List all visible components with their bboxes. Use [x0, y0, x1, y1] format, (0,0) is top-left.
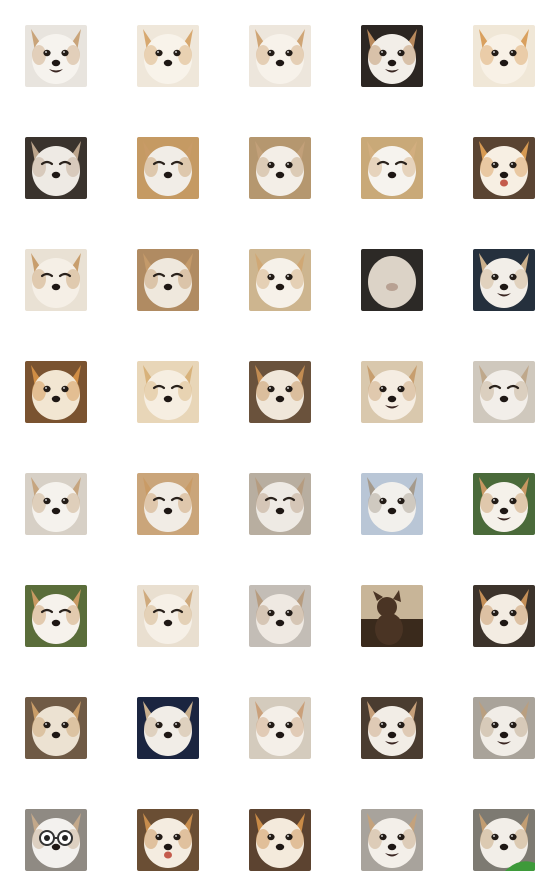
chihuahua-photo-icon [137, 697, 199, 759]
chihuahua-photo-icon [361, 697, 423, 759]
sticker-tile[interactable] [137, 249, 199, 311]
chihuahua-face-icon [249, 585, 311, 647]
sticker-tile[interactable] [361, 809, 423, 871]
chihuahua-photo-icon [25, 697, 87, 759]
sticker-grid [0, 0, 560, 896]
sticker-tile[interactable] [137, 585, 199, 647]
sticker-tile[interactable] [25, 249, 87, 311]
sticker-tile[interactable] [473, 585, 535, 647]
sticker-tile[interactable] [473, 697, 535, 759]
chihuahua-face-icon [137, 809, 199, 871]
sticker-tile[interactable] [473, 249, 535, 311]
sticker-tile[interactable] [249, 697, 311, 759]
sticker-tile[interactable] [249, 361, 311, 423]
sticker-tile[interactable] [137, 473, 199, 535]
chihuahua-face-icon [361, 137, 423, 199]
chihuahua-face-icon [137, 25, 199, 87]
chihuahua-face-icon [25, 137, 87, 199]
sticker-tile[interactable] [473, 361, 535, 423]
chihuahua-face-icon [361, 809, 423, 871]
sticker-tile[interactable] [25, 697, 87, 759]
chihuahua-face-icon [249, 809, 311, 871]
sticker-tile[interactable] [361, 249, 423, 311]
chihuahua-face-icon [473, 25, 535, 87]
sticker-tile[interactable] [361, 473, 423, 535]
chihuahua-face-icon [249, 697, 311, 759]
sticker-tile[interactable] [249, 25, 311, 87]
sticker-tile[interactable] [361, 137, 423, 199]
chihuahua-face-icon [137, 249, 199, 311]
chihuahua-face-icon [137, 585, 199, 647]
sticker-tile[interactable] [25, 473, 87, 535]
sticker-tile[interactable] [361, 361, 423, 423]
sticker-tile[interactable] [249, 249, 311, 311]
sticker-tile[interactable] [473, 137, 535, 199]
sticker-tile[interactable] [249, 585, 311, 647]
chihuahua-face-icon [137, 473, 199, 535]
chihuahua-face-icon [473, 361, 535, 423]
chihuahua-face-icon [361, 25, 423, 87]
chihuahua-face-icon [361, 361, 423, 423]
chihuahua-face-icon [249, 25, 311, 87]
chihuahua-face-icon [249, 249, 311, 311]
chihuahua-face-icon [137, 137, 199, 199]
chihuahua-face-icon [473, 473, 535, 535]
chihuahua-photo-icon [361, 585, 423, 647]
chihuahua-face-icon [249, 473, 311, 535]
sticker-tile[interactable] [25, 361, 87, 423]
chihuahua-face-icon [25, 25, 87, 87]
sticker-tile[interactable] [361, 25, 423, 87]
sticker-tile[interactable] [137, 137, 199, 199]
sticker-tile[interactable] [249, 809, 311, 871]
chihuahua-face-icon [473, 809, 535, 871]
sticker-tile[interactable] [249, 137, 311, 199]
sticker-tile[interactable] [361, 585, 423, 647]
chihuahua-face-icon [25, 249, 87, 311]
sticker-tile[interactable] [137, 697, 199, 759]
sticker-tile[interactable] [25, 137, 87, 199]
chihuahua-face-icon [473, 137, 535, 199]
sticker-tile[interactable] [473, 809, 535, 871]
sticker-tile[interactable] [249, 473, 311, 535]
sticker-tile[interactable] [25, 25, 87, 87]
sticker-tile[interactable] [137, 25, 199, 87]
chihuahua-face-icon [249, 137, 311, 199]
sticker-tile[interactable] [137, 809, 199, 871]
chihuahua-face-icon [25, 473, 87, 535]
chihuahua-face-icon [25, 361, 87, 423]
chihuahua-face-icon [25, 585, 87, 647]
chihuahua-photo-icon [473, 585, 535, 647]
chihuahua-face-icon [473, 249, 535, 311]
sticker-tile[interactable] [25, 585, 87, 647]
chihuahua-face-icon [361, 473, 423, 535]
chihuahua-face-icon [361, 249, 423, 311]
sticker-tile[interactable] [473, 25, 535, 87]
sticker-tile[interactable] [361, 697, 423, 759]
sticker-tile[interactable] [473, 473, 535, 535]
chihuahua-glasses-icon [25, 809, 87, 871]
chihuahua-face-icon [249, 361, 311, 423]
sticker-tile[interactable] [137, 361, 199, 423]
chihuahua-face-icon [473, 697, 535, 759]
sticker-tile[interactable] [25, 809, 87, 871]
chihuahua-face-icon [137, 361, 199, 423]
